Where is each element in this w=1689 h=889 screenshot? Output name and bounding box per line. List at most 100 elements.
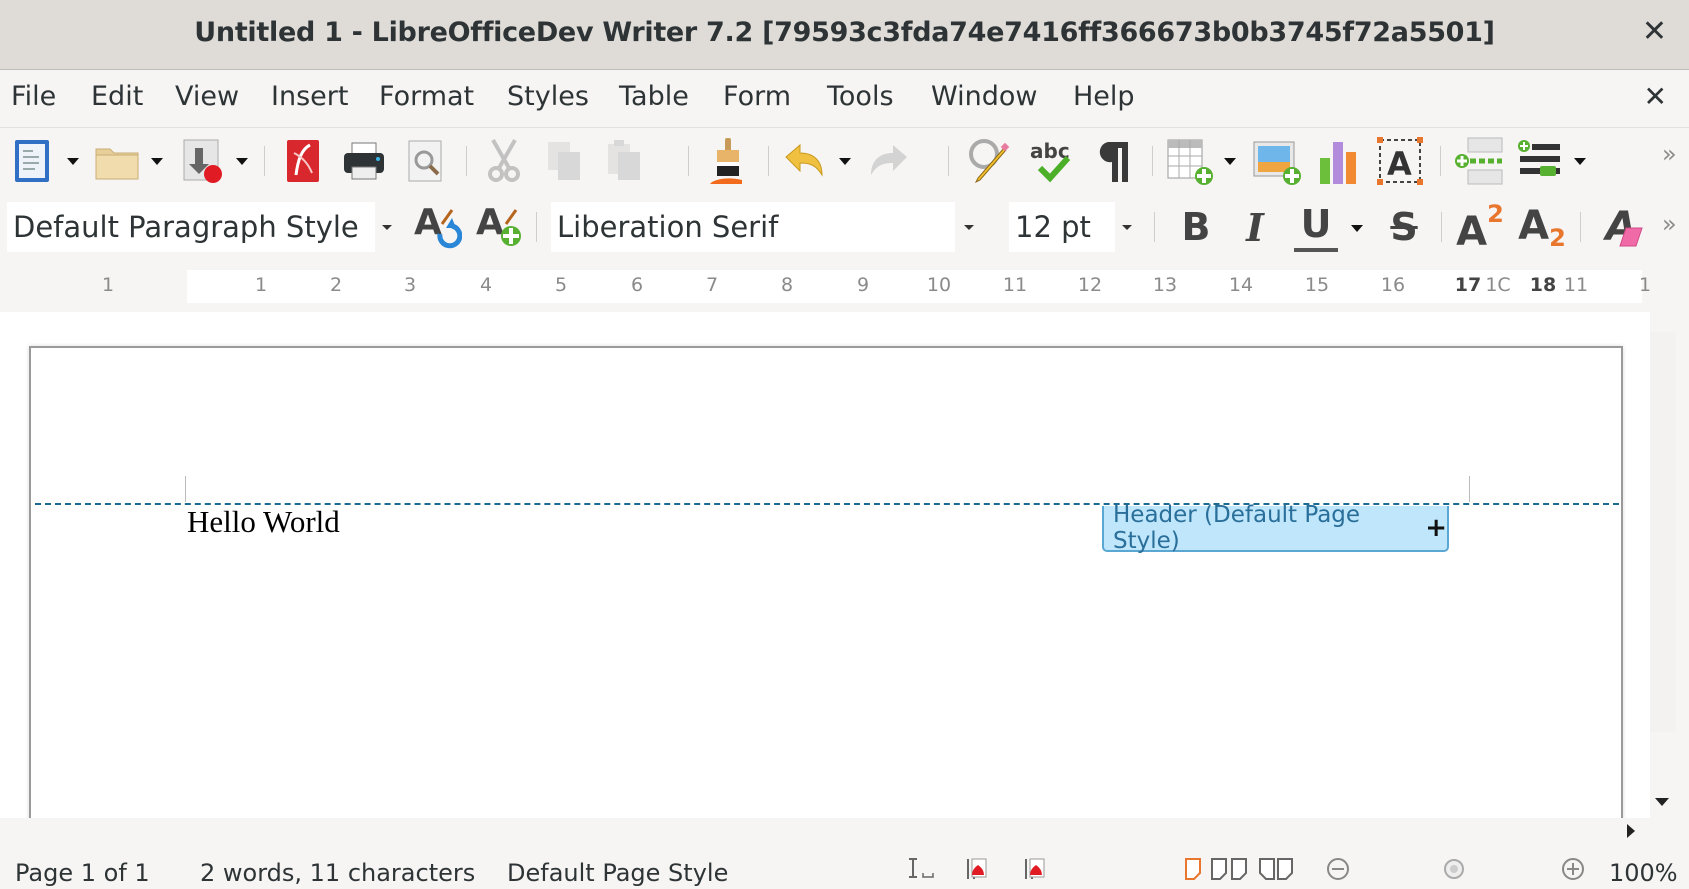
undo-dropdown[interactable] — [839, 158, 851, 165]
find-replace-button[interactable] — [966, 136, 1014, 186]
superscript-mark: 2 — [1487, 200, 1504, 228]
paragraph-style-combo[interactable]: Default Paragraph Style — [7, 202, 375, 252]
menu-table[interactable]: Table — [619, 81, 689, 112]
insert-table-button[interactable] — [1166, 138, 1216, 186]
open-button[interactable] — [94, 140, 140, 182]
chart-icon — [1320, 142, 1356, 184]
new-document-dropdown[interactable] — [67, 158, 79, 165]
title-bar: Untitled 1 - LibreOfficeDev Writer 7.2 [… — [0, 0, 1689, 70]
zoom-out-icon[interactable] — [1326, 857, 1350, 881]
ruler-tick: 11 — [1002, 274, 1028, 296]
folder-icon — [95, 148, 139, 180]
ruler-tick: 7 — [705, 274, 719, 296]
insert-field-dropdown[interactable] — [1574, 158, 1586, 165]
export-pdf-button[interactable] — [285, 138, 321, 184]
print-button[interactable] — [342, 140, 386, 182]
menu-edit[interactable]: Edit — [91, 81, 143, 112]
italic-button[interactable]: I — [1236, 202, 1274, 252]
menu-form[interactable]: Form — [723, 81, 791, 112]
save-button[interactable] — [182, 138, 226, 184]
ruler-tick: 4 — [479, 274, 493, 296]
document-text[interactable]: Hello World — [187, 504, 340, 540]
word-count[interactable]: 2 words, 11 characters — [200, 859, 475, 887]
save-dropdown[interactable] — [236, 158, 248, 165]
scroll-down-arrow[interactable] — [1655, 798, 1669, 806]
page-count[interactable]: Page 1 of 1 — [15, 859, 150, 887]
font-size-dropdown[interactable] — [1122, 225, 1132, 230]
menu-window[interactable]: Window — [931, 81, 1037, 112]
multi-page-view-icon[interactable] — [1210, 857, 1250, 881]
font-name-dropdown[interactable] — [964, 225, 974, 230]
vertical-scrollbar[interactable] — [1650, 312, 1689, 818]
close-document-button[interactable]: ✕ — [1644, 80, 1667, 113]
new-style-button[interactable]: A — [474, 200, 524, 254]
standard-toolbar-overflow[interactable]: » — [1662, 140, 1677, 168]
underline-button[interactable]: U — [1294, 200, 1338, 252]
print-preview-button[interactable] — [406, 138, 446, 184]
zoom-in-icon[interactable] — [1561, 857, 1585, 881]
ruler-tick: 1 — [1638, 274, 1652, 296]
update-style-button[interactable]: A — [412, 200, 462, 254]
cut-button[interactable] — [484, 138, 524, 184]
book-view-icon[interactable] — [1258, 857, 1294, 881]
single-page-view-icon[interactable] — [1183, 857, 1203, 881]
ruler-tick: 13 — [1152, 274, 1178, 296]
menu-insert[interactable]: Insert — [271, 81, 348, 112]
text-boundary-corner — [1469, 476, 1470, 502]
spelling-button[interactable]: abc — [1028, 136, 1076, 186]
header-tag-button[interactable]: Header (Default Page Style) + — [1102, 502, 1449, 554]
redo-icon — [871, 145, 907, 175]
digital-signature-icon[interactable] — [1022, 857, 1054, 881]
subscript-letter: A — [1518, 203, 1550, 249]
insert-text-box-button[interactable]: A — [1376, 136, 1424, 186]
header-tag-label: Header (Default Page Style) — [1113, 502, 1361, 554]
menu-help[interactable]: Help — [1073, 81, 1135, 112]
text-cursor-icon[interactable] — [905, 857, 937, 881]
page-style[interactable]: Default Page Style — [507, 859, 728, 887]
formatting-marks-button[interactable] — [1094, 136, 1134, 186]
document-page[interactable]: Hello World Header (Default Page Style) … — [29, 346, 1623, 818]
menu-view[interactable]: View — [175, 81, 239, 112]
pdf-icon — [287, 140, 319, 182]
zoom-level[interactable]: 100% — [1609, 859, 1678, 887]
undo-icon — [785, 143, 823, 177]
spellcheck-icon: abc — [1030, 139, 1071, 183]
new-style-icon: A — [476, 202, 521, 246]
subscript-button[interactable]: A 2 — [1516, 198, 1568, 254]
ruler-tick: 1 — [254, 274, 268, 296]
clear-formatting-button[interactable]: A — [1596, 200, 1646, 254]
menu-format[interactable]: Format — [379, 81, 474, 112]
open-dropdown[interactable] — [151, 158, 163, 165]
underline-dropdown[interactable] — [1351, 225, 1363, 232]
insert-page-break-button[interactable] — [1454, 136, 1504, 186]
menu-file[interactable]: File — [11, 81, 56, 112]
formatting-toolbar-overflow[interactable]: » — [1662, 210, 1677, 238]
ruler-tick: 10 — [926, 274, 952, 296]
strikethrough-button[interactable]: S — [1382, 202, 1426, 252]
find-replace-icon — [969, 139, 1010, 184]
menu-styles[interactable]: Styles — [507, 81, 589, 112]
insert-chart-button[interactable] — [1317, 138, 1361, 186]
horizontal-ruler[interactable]: 1 1 2 3 4 5 6 7 8 9 10 11 12 13 14 15 16… — [0, 262, 1689, 310]
scroll-right-arrow[interactable] — [1627, 824, 1635, 838]
insert-table-dropdown[interactable] — [1224, 158, 1236, 165]
redo-button[interactable] — [867, 140, 911, 182]
font-size-combo[interactable]: 12 pt — [1009, 202, 1115, 252]
bold-button[interactable]: B — [1175, 202, 1217, 252]
zoom-slider-handle[interactable] — [1442, 857, 1466, 881]
clone-formatting-button[interactable] — [706, 136, 750, 186]
new-document-button[interactable] — [12, 138, 52, 184]
copy-button[interactable] — [545, 138, 585, 184]
insert-field-button[interactable] — [1516, 136, 1562, 186]
undo-button[interactable] — [782, 140, 826, 182]
insert-image-button[interactable] — [1252, 138, 1302, 186]
paragraph-style-dropdown[interactable] — [382, 225, 392, 230]
font-name-combo[interactable]: Liberation Serif — [551, 202, 955, 252]
menu-tools[interactable]: Tools — [827, 81, 894, 112]
paste-button[interactable] — [605, 138, 645, 184]
superscript-button[interactable]: A 2 — [1454, 198, 1506, 255]
scrollbar-track[interactable] — [1650, 332, 1676, 732]
document-modified-icon[interactable] — [964, 857, 996, 881]
window-close-button[interactable]: ✕ — [1642, 14, 1667, 49]
document-canvas[interactable]: Hello World Header (Default Page Style) … — [0, 312, 1650, 818]
